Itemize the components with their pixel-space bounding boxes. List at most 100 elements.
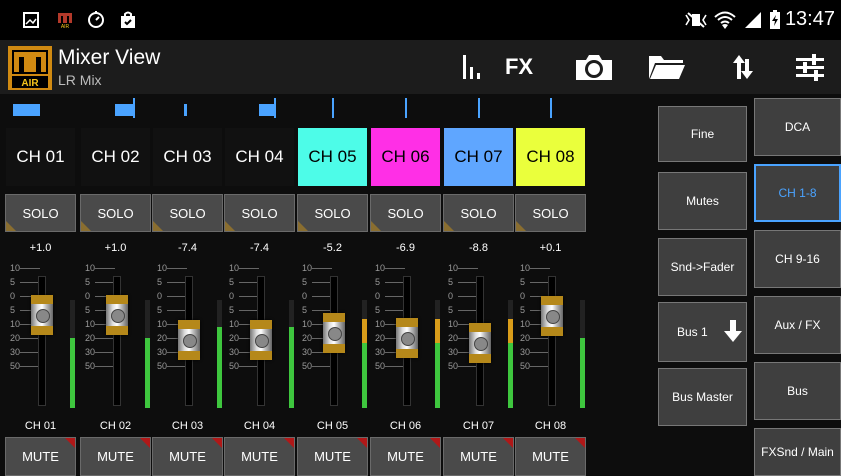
pan-control[interactable]: [444, 96, 513, 120]
group-button-aux-fx[interactable]: Aux / FX: [754, 296, 841, 354]
group-button-ch-9-16[interactable]: CH 9-16: [754, 230, 841, 288]
pan-control[interactable]: [81, 96, 150, 120]
channel-name[interactable]: CH 03: [153, 128, 222, 186]
side-button-bus-1[interactable]: Bus 1: [658, 302, 747, 362]
side-button-fine[interactable]: Fine: [658, 106, 747, 162]
scale-label: 20: [520, 333, 531, 343]
scale-label: 5: [375, 305, 381, 315]
fader-handle[interactable]: [396, 318, 418, 358]
group-button-bus[interactable]: Bus: [754, 362, 841, 420]
fader-handle[interactable]: [178, 320, 200, 360]
solo-button[interactable]: SOLO: [224, 194, 295, 232]
fader-handle[interactable]: [469, 323, 491, 363]
sync-button[interactable]: [725, 48, 761, 86]
channel-name[interactable]: CH 01: [6, 128, 75, 186]
scale-label: 0: [10, 291, 16, 301]
side-button-snd-fader[interactable]: Snd->Fader: [658, 238, 747, 296]
side-button-label: Fine: [690, 127, 715, 141]
group-button-fxsnd-main[interactable]: FXSnd / Main: [754, 428, 841, 476]
level-meter: [435, 300, 440, 408]
solo-button[interactable]: SOLO: [297, 194, 368, 232]
side-button-label: Bus 1: [677, 325, 708, 339]
scale-tick: [20, 268, 40, 269]
scale-tick: [95, 366, 115, 367]
pan-indicator: [184, 104, 187, 116]
scale-label: 30: [157, 347, 168, 357]
channel-label: CH 02: [99, 420, 132, 432]
scale-tick: [312, 268, 332, 269]
mute-button[interactable]: MUTE: [443, 437, 514, 476]
snapshot-button[interactable]: [572, 48, 616, 86]
pan-control[interactable]: [516, 96, 585, 120]
sync-icon: [86, 10, 106, 30]
channel-name[interactable]: CH 06: [371, 128, 440, 186]
scale-tick: [312, 296, 332, 297]
group-button-ch-1-8[interactable]: CH 1-8: [754, 164, 841, 222]
mute-button[interactable]: MUTE: [152, 437, 223, 476]
mute-button[interactable]: MUTE: [224, 437, 295, 476]
mute-button[interactable]: MUTE: [297, 437, 368, 476]
scale-label: 20: [10, 333, 21, 343]
mute-button[interactable]: MUTE: [515, 437, 586, 476]
pan-control[interactable]: [225, 96, 294, 120]
side-button-mutes[interactable]: Mutes: [658, 172, 747, 230]
fader-handle[interactable]: [541, 296, 563, 336]
scale-tick: [167, 296, 187, 297]
scale-label: 30: [85, 347, 96, 357]
settings-button[interactable]: [790, 48, 830, 86]
channel-label: CH 01: [24, 420, 57, 432]
scale-label: 0: [229, 291, 235, 301]
group-button-label: CH 1-8: [778, 186, 817, 200]
solo-button[interactable]: SOLO: [80, 194, 151, 232]
air-notification-icon: AIR: [56, 10, 74, 30]
folder-icon: [649, 56, 685, 79]
channel-name[interactable]: CH 04: [225, 128, 294, 186]
pan-indicator: [550, 98, 552, 118]
scale-label: 10: [157, 319, 168, 329]
solo-button[interactable]: SOLO: [515, 194, 586, 232]
scale-tick: [239, 296, 259, 297]
level-meter: [580, 300, 585, 408]
meters-button[interactable]: [455, 48, 491, 86]
scale-label: 30: [302, 347, 313, 357]
channel-name[interactable]: CH 08: [516, 128, 585, 186]
scale-tick: [385, 310, 405, 311]
app-logo[interactable]: AIR: [8, 46, 52, 90]
mute-button[interactable]: MUTE: [80, 437, 151, 476]
mute-button[interactable]: MUTE: [5, 437, 76, 476]
pan-control[interactable]: [371, 96, 440, 120]
group-button-dca[interactable]: DCA: [754, 98, 841, 156]
solo-button[interactable]: SOLO: [5, 194, 76, 232]
scale-label: 20: [85, 333, 96, 343]
channel-strip: CH 06 SOLO -6.9 10 5 0 5 10 20 30 50 CH 06 MUTE: [369, 94, 442, 476]
scale-tick: [239, 282, 259, 283]
meters-icon: [463, 55, 480, 79]
scale-tick: [385, 268, 405, 269]
mute-button[interactable]: MUTE: [370, 437, 441, 476]
channel-name[interactable]: CH 07: [444, 128, 513, 186]
channel-name[interactable]: CH 02: [81, 128, 150, 186]
scale-label: 5: [229, 277, 235, 287]
fader-handle[interactable]: [250, 320, 272, 360]
solo-button[interactable]: SOLO: [443, 194, 514, 232]
scale-tick: [167, 282, 187, 283]
pan-control[interactable]: [298, 96, 367, 120]
fader-handle[interactable]: [106, 295, 128, 335]
channel-strip: CH 07 SOLO -8.8 10 5 0 5 10 20 30 50 CH 07 MUTE: [442, 94, 515, 476]
scale-label: 50: [520, 361, 531, 371]
side-button-bus-master[interactable]: Bus Master: [658, 368, 747, 426]
scale-tick: [95, 282, 115, 283]
pan-control[interactable]: [153, 96, 222, 120]
scale-tick: [312, 366, 332, 367]
scale-label: 30: [10, 347, 21, 357]
pan-control[interactable]: [6, 96, 75, 120]
solo-button[interactable]: SOLO: [370, 194, 441, 232]
fader-handle[interactable]: [323, 313, 345, 353]
fader-handle[interactable]: [31, 295, 53, 335]
channel-name[interactable]: CH 05: [298, 128, 367, 186]
folder-button[interactable]: [645, 48, 689, 86]
fx-button[interactable]: FX: [496, 48, 542, 86]
scale-label: 0: [448, 291, 454, 301]
solo-button[interactable]: SOLO: [152, 194, 223, 232]
gain-value: +1.0: [29, 242, 52, 254]
